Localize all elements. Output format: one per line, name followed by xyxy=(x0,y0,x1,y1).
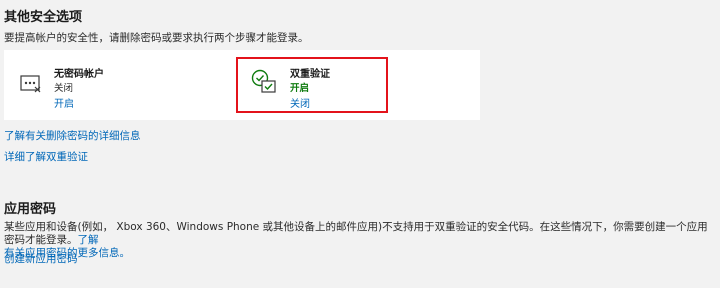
app-passwords-description: 某些应用和设备(例如， Xbox 360、Windows Phone 或其他设备… xyxy=(4,221,716,260)
security-options-cards: 无密码帐户 关闭 开启 双重验证 开启 关闭 xyxy=(4,50,480,120)
app-passwords-heading: 应用密码 xyxy=(4,202,57,217)
password-dots-icon xyxy=(20,75,41,93)
learn-about-removing-password-link[interactable]: 了解有关删除密码的详细信息 xyxy=(4,128,141,143)
passwordless-card-title: 无密码帐户 xyxy=(54,69,104,80)
other-security-options-description: 要提高帐户的安全性，请删除密码或要求执行两个步骤才能登录。 xyxy=(4,32,309,44)
passwordless-card-status: 关闭 xyxy=(54,83,74,94)
app-passwords-description-text: 某些应用和设备(例如， Xbox 360、Windows Phone 或其他设备… xyxy=(4,221,708,246)
learn-about-two-step-verification-link[interactable]: 详细了解双重验证 xyxy=(4,149,88,164)
two-step-card-title: 双重验证 xyxy=(290,69,330,80)
two-step-verification-icon xyxy=(251,69,276,93)
two-step-turn-off-link[interactable]: 关闭 xyxy=(290,95,310,110)
passwordless-turn-on-link[interactable]: 开启 xyxy=(54,95,74,110)
other-security-options-heading: 其他安全选项 xyxy=(4,10,83,25)
passwordless-account-card: 无密码帐户 关闭 开启 xyxy=(4,50,236,120)
security-settings-page: 其他安全选项 要提高帐户的安全性，请删除密码或要求执行两个步骤才能登录。 无密码… xyxy=(0,0,720,288)
two-step-card-status: 开启 xyxy=(290,83,310,94)
two-step-verification-card: 双重验证 开启 关闭 xyxy=(236,50,480,120)
app-passwords-learn-more-link-part1[interactable]: 了解 xyxy=(78,234,99,246)
create-app-password-link[interactable]: 创建新应用密码 xyxy=(4,251,78,266)
